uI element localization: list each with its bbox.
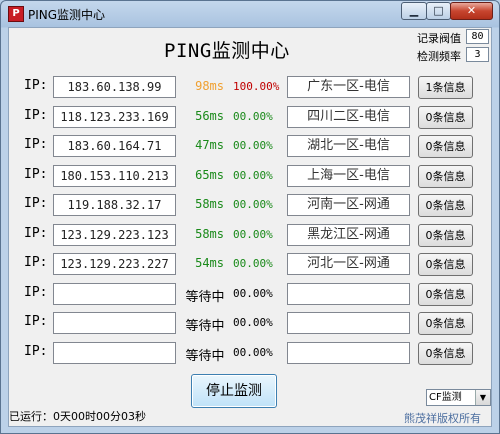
loss-percent: 00.00% [233, 110, 273, 123]
region-input[interactable]: 四川二区-电信 [287, 106, 410, 128]
waiting-status: 等待中 [185, 319, 225, 334]
ping-row: IP: 119.188.32.17 58ms 00.00% 河南一区-网通 0条信息 [0, 194, 500, 218]
ip-label: IP: [24, 285, 48, 300]
ip-input[interactable]: 123.129.223.227 [53, 253, 176, 275]
ip-input[interactable]: 180.153.110.213 [53, 165, 176, 187]
region-input[interactable]: 湖北一区-电信 [287, 135, 410, 157]
ip-input[interactable]: 123.129.223.123 [53, 224, 176, 246]
ip-input[interactable] [53, 342, 176, 364]
app-icon[interactable]: P [8, 6, 24, 22]
ip-input[interactable]: 183.60.164.71 [53, 135, 176, 157]
ping-row: IP: 等待中 00.00% 0条信息 [0, 283, 500, 307]
region-input[interactable]: 上海一区-电信 [287, 165, 410, 187]
region-input[interactable]: 广东一区-电信 [287, 76, 410, 98]
loss-percent: 00.00% [233, 257, 273, 270]
page-title: PING监测中心 [164, 40, 290, 62]
ip-label: IP: [24, 255, 48, 270]
info-button[interactable]: 0条信息 [418, 342, 473, 365]
ip-label: IP: [24, 108, 48, 123]
info-button[interactable]: 0条信息 [418, 224, 473, 247]
threshold-input[interactable]: 80 [466, 29, 489, 44]
runtime-status: 已运行：0天00时00分03秒 [9, 410, 146, 423]
ip-label: IP: [24, 344, 48, 359]
title-bar[interactable]: P PING监测中心 ▁ □ ✕ [1, 1, 499, 27]
ping-row: IP: 等待中 00.00% 0条信息 [0, 342, 500, 366]
ping-row: IP: 180.153.110.213 65ms 00.00% 上海一区-电信 0条信息 [0, 165, 500, 189]
region-input[interactable] [287, 312, 410, 334]
ping-row: IP: 等待中 00.00% 0条信息 [0, 312, 500, 336]
window-title: PING监测中心 [28, 8, 106, 22]
ip-label: IP: [24, 196, 48, 211]
info-button[interactable]: 0条信息 [418, 312, 473, 335]
ip-label: IP: [24, 78, 48, 93]
loss-percent: 00.00% [233, 139, 273, 152]
maximize-button[interactable]: □ [426, 2, 451, 20]
ping-row: IP: 123.129.223.123 58ms 00.00% 黑龙江区-网通 0条信息 [0, 224, 500, 248]
ip-input[interactable] [53, 312, 176, 334]
ip-input[interactable] [53, 283, 176, 305]
loss-percent: 00.00% [233, 287, 273, 300]
dns-mode-value: CF监测 [429, 392, 462, 403]
latency-value: 65ms [195, 168, 224, 182]
chevron-down-icon[interactable]: ▼ [475, 390, 490, 405]
latency-value: 47ms [195, 138, 224, 152]
info-button[interactable]: 0条信息 [418, 253, 473, 276]
region-input[interactable]: 河南一区-网通 [287, 194, 410, 216]
loss-percent: 100.00% [233, 80, 280, 93]
threshold-label: 记录阀值 [417, 32, 461, 45]
stop-monitor-button[interactable]: 停止监测 [191, 374, 277, 408]
copyright-text: 熊茂祥版权所有 [404, 412, 481, 425]
ip-input[interactable]: 119.188.32.17 [53, 194, 176, 216]
ping-row: IP: 123.129.223.227 54ms 00.00% 河北一区-网通 0条信息 [0, 253, 500, 277]
loss-percent: 00.00% [233, 169, 273, 182]
info-button[interactable]: 0条信息 [418, 135, 473, 158]
loss-percent: 00.00% [233, 346, 273, 359]
loss-percent: 00.00% [233, 316, 273, 329]
close-button[interactable]: ✕ [450, 2, 493, 20]
ping-row: IP: 183.60.164.71 47ms 00.00% 湖北一区-电信 0条信息 [0, 135, 500, 159]
info-button[interactable]: 0条信息 [418, 194, 473, 217]
info-button[interactable]: 0条信息 [418, 106, 473, 129]
dns-mode-select[interactable]: CF监测 ▼ [426, 389, 491, 406]
waiting-status: 等待中 [185, 349, 225, 364]
region-input[interactable]: 黑龙江区-网通 [287, 224, 410, 246]
minimize-button[interactable]: ▁ [401, 2, 427, 20]
frequency-label: 检测频率 [417, 50, 461, 63]
info-button[interactable]: 0条信息 [418, 165, 473, 188]
ip-label: IP: [24, 167, 48, 182]
info-button[interactable]: 0条信息 [418, 283, 473, 306]
info-button[interactable]: 1条信息 [418, 76, 473, 99]
loss-percent: 00.00% [233, 228, 273, 241]
waiting-status: 等待中 [185, 290, 225, 305]
latency-value: 98ms [195, 79, 224, 93]
region-input[interactable] [287, 283, 410, 305]
frequency-input[interactable]: 3 [466, 47, 489, 62]
latency-value: 58ms [195, 227, 224, 241]
ip-input[interactable]: 183.60.138.99 [53, 76, 176, 98]
ip-label: IP: [24, 226, 48, 241]
latency-value: 54ms [195, 256, 224, 270]
latency-value: 56ms [195, 109, 224, 123]
ping-row: IP: 183.60.138.99 98ms 100.00% 广东一区-电信 1条信息 [0, 76, 500, 100]
loss-percent: 00.00% [233, 198, 273, 211]
region-input[interactable]: 河北一区-网通 [287, 253, 410, 275]
ip-label: IP: [24, 314, 48, 329]
region-input[interactable] [287, 342, 410, 364]
ip-input[interactable]: 118.123.233.169 [53, 106, 176, 128]
latency-value: 58ms [195, 197, 224, 211]
ping-row: IP: 118.123.233.169 56ms 00.00% 四川二区-电信 0条信息 [0, 106, 500, 130]
ip-label: IP: [24, 137, 48, 152]
